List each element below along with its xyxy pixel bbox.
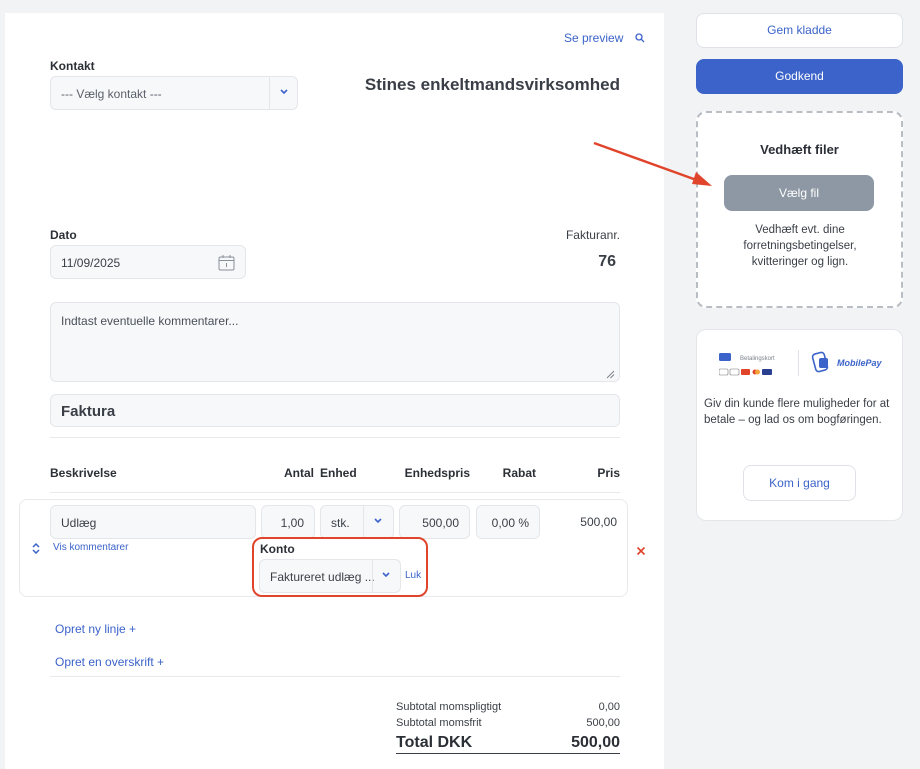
document-title: Faktura <box>61 403 116 420</box>
col-header-unit-price: Enhedspris <box>404 466 470 480</box>
date-value: 11/09/2025 <box>61 256 121 270</box>
new-heading-link[interactable]: Opret en overskrift + <box>55 655 164 669</box>
description-value: Udlæg <box>61 516 97 530</box>
unit-value: stk. <box>331 516 350 530</box>
attach-help-text: Vedhæft evt. dine forretningsbetingelser… <box>743 224 857 268</box>
choose-file-button[interactable]: Vælg fil <box>724 175 874 211</box>
total-underline <box>396 753 620 754</box>
expand-collapse-icon[interactable] <box>31 541 41 559</box>
preview-link[interactable]: Se preview <box>564 31 645 46</box>
date-input[interactable]: 11/09/2025 <box>50 245 246 279</box>
invoice-number-label: Fakturanr. <box>565 228 620 242</box>
mobilepay-label: MobilePay <box>837 358 882 368</box>
subtotal-vat-value: 0,00 <box>598 701 620 713</box>
chevron-down-icon <box>381 569 391 584</box>
search-icon <box>635 32 645 46</box>
contact-select[interactable]: --- Vælg kontakt --- <box>50 76 298 110</box>
divider <box>798 350 799 376</box>
divider <box>50 676 620 677</box>
account-value: Faktureret udlæg ... <box>270 570 375 584</box>
col-header-price: Pris <box>597 466 620 480</box>
preview-link-label: Se preview <box>564 31 624 45</box>
divider <box>372 560 373 592</box>
unit-price-value: 500,00 <box>422 516 459 530</box>
attach-title: Vedhæft filer <box>760 142 839 157</box>
document-title-input[interactable]: Faktura <box>50 394 620 427</box>
total-label: Total DKK <box>396 734 473 751</box>
promo-text: Giv din kunde flere muligheder for at be… <box>704 398 890 426</box>
show-comments-link[interactable]: Vis kommentarer <box>53 542 128 553</box>
price-value: 500,00 <box>580 515 617 529</box>
total-value: 500,00 <box>571 734 620 751</box>
comments-textarea[interactable]: Indtast eventuelle kommentarer... <box>50 302 620 382</box>
save-draft-button[interactable]: Gem kladde <box>696 13 903 48</box>
unit-select[interactable]: stk. <box>320 505 394 539</box>
comments-placeholder: Indtast eventuelle kommentarer... <box>61 314 239 328</box>
subtotal-vat-label: Subtotal momspligtigt <box>396 701 502 713</box>
get-started-button[interactable]: Kom i gang <box>743 465 856 501</box>
invoice-number-value: 76 <box>598 253 616 270</box>
resize-handle-icon[interactable] <box>606 368 615 382</box>
col-header-unit: Enhed <box>320 466 357 480</box>
description-input[interactable]: Udlæg <box>50 505 256 539</box>
divider <box>363 506 364 538</box>
col-header-discount: Rabat <box>502 466 536 480</box>
contact-label: Kontakt <box>50 59 95 73</box>
new-line-link[interactable]: Opret ny linje + <box>55 622 136 636</box>
account-select[interactable]: Faktureret udlæg ... <box>259 559 401 593</box>
col-header-quantity: Antal <box>284 466 314 480</box>
account-label: Konto <box>260 542 295 556</box>
divider <box>50 437 620 438</box>
delete-row-icon[interactable] <box>636 543 646 561</box>
company-name: Stines enkeltmandsvirksomhed <box>364 75 620 94</box>
chevron-down-icon <box>373 515 383 530</box>
quantity-input[interactable]: 1,00 <box>261 505 315 539</box>
subtotal-free-label: Subtotal momsfrit <box>396 717 482 729</box>
col-header-description: Beskrivelse <box>50 466 117 480</box>
chevron-down-icon <box>279 86 289 101</box>
divider <box>269 77 270 109</box>
quantity-value: 1,00 <box>280 516 304 530</box>
discount-input[interactable]: 0,00 % <box>476 505 540 539</box>
subtotal-free-value: 500,00 <box>586 717 620 729</box>
payment-card-label: Betalingskort <box>740 356 775 362</box>
discount-value: 0,00 % <box>491 516 529 530</box>
contact-placeholder: --- Vælg kontakt --- <box>61 87 162 101</box>
divider <box>50 492 620 493</box>
date-label: Dato <box>50 228 77 242</box>
approve-button[interactable]: Godkend <box>696 59 903 94</box>
close-account-link[interactable]: Luk <box>405 570 421 581</box>
unit-price-input[interactable]: 500,00 <box>399 505 470 539</box>
mobilepay-icon <box>810 351 832 378</box>
annotation-arrow <box>593 141 712 186</box>
calendar-icon[interactable] <box>218 254 235 274</box>
